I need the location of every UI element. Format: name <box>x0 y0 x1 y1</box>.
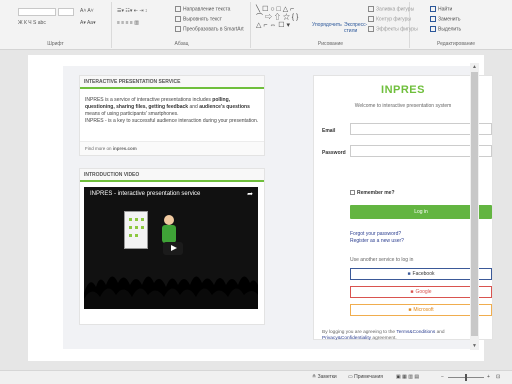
font-color-icon[interactable]: A▾ Aa▾ <box>80 20 96 27</box>
notes-button[interactable]: ≙ Заметки <box>312 374 337 380</box>
font-size-box[interactable] <box>58 8 74 16</box>
inpres-logo: INPRES <box>381 84 425 96</box>
drawing-group: ╲ ☐ ○ □ △ ⌐ ⌒ ⇨ ⇧ ☆ { } △ ⌐ ⇔ ☐ ▾ Упорядоч… <box>252 2 418 48</box>
express-styles-button[interactable]: Экспресс-стили <box>344 22 370 34</box>
font-name-box[interactable] <box>18 8 56 16</box>
register-link[interactable]: Register as a new user? <box>350 238 404 244</box>
format-buttons[interactable]: Ж К Ч S abc <box>18 20 46 27</box>
remember-me-checkbox[interactable]: Remember me? <box>350 190 395 196</box>
google-icon: ■ <box>410 289 414 295</box>
zoom-out-icon[interactable]: − <box>441 374 444 380</box>
replace-button[interactable]: Заменить <box>430 16 460 23</box>
facebook-icon: ■ <box>407 271 411 277</box>
text-direction-icon <box>175 6 181 12</box>
about-panel-text: INPRES is a service of interactive prese… <box>85 97 259 124</box>
comments-button[interactable]: ▭ Примечания <box>348 374 383 380</box>
about-panel-title: INTERACTIVE PRESENTATION SERVICE <box>80 76 264 89</box>
privacy-link[interactable]: Privacy&Confidentiality <box>322 336 371 341</box>
smartart-button[interactable]: Преобразовать в SmartArt <box>175 26 244 33</box>
find-more-link[interactable]: inpres.com <box>113 146 137 151</box>
login-card: INPRES Welcome to interactive presentati… <box>313 75 493 341</box>
replace-icon <box>430 16 436 22</box>
paragraph-group-label: Абзац <box>174 41 189 47</box>
status-bar: ≙ Заметки ▭ Примечания ▣ ▦ ▥ ▤ − + ⊡ <box>0 370 512 384</box>
align-text-icon <box>175 16 181 22</box>
password-label: Password <box>322 150 346 156</box>
find-button[interactable]: Найти <box>430 6 452 13</box>
microsoft-icon: ■ <box>408 307 412 313</box>
font-group-label: Шрифт <box>47 41 64 47</box>
smartart-icon <box>175 26 181 32</box>
video-panel-title: INTRODUCTION VIDEO <box>80 169 264 182</box>
select-icon <box>430 26 436 32</box>
view-buttons[interactable]: ▣ ▦ ▥ ▤ <box>396 374 419 380</box>
font-grow-icon[interactable]: A˄ A˅ <box>80 8 94 15</box>
search-icon <box>430 6 436 12</box>
outline-icon <box>368 16 374 22</box>
text-direction-button[interactable]: Направление текста <box>175 6 230 13</box>
align-buttons[interactable]: ≡ ≡ ≡ ≡ ▥ <box>117 20 139 27</box>
list-buttons[interactable]: ☰▾ ☷▾ ⇤ ⇥ ↕ <box>117 8 147 15</box>
arrange-button[interactable]: Упорядочить <box>312 22 342 29</box>
paragraph-group: ☰▾ ☷▾ ⇤ ⇥ ↕ ≡ ≡ ≡ ≡ ▥ Направление текста… <box>113 2 251 48</box>
scrollbar-thumb[interactable] <box>471 72 478 336</box>
fill-icon <box>368 6 374 12</box>
ribbon: A˄ A˅ Ж К Ч S abc A▾ Aa▾ Шрифт ☰▾ ☷▾ ⇤ ⇥… <box>0 0 512 50</box>
editing-group: Найти Заменить Выделить Редактирование <box>426 2 486 48</box>
email-label: Email <box>322 128 336 134</box>
font-group: A˄ A˅ Ж К Ч S abc A▾ Aa▾ Шрифт <box>0 2 112 48</box>
select-button[interactable]: Выделить <box>430 26 461 33</box>
scroll-up-icon[interactable]: ▲ <box>470 63 479 71</box>
find-more-footer: Find more on inpres.com <box>80 141 264 155</box>
shapes-gallery[interactable]: ╲ ☐ ○ □ △ ⌐ ⌒ ⇨ ⇧ ☆ { } △ ⌐ ⇔ ☐ ▾ <box>256 6 298 30</box>
video-title: INPRES - interactive presentation servic… <box>90 191 201 197</box>
effects-icon <box>368 26 374 32</box>
video-panel: INTRODUCTION VIDEO INPRES - interactive … <box>79 168 265 325</box>
align-text-button[interactable]: Выровнять текст <box>175 16 222 23</box>
vertical-scrollbar[interactable]: ▲ ▼ <box>470 63 479 350</box>
zoom-slider[interactable] <box>448 374 484 381</box>
drawing-group-label: Рисование <box>317 41 344 47</box>
video-player[interactable]: INPRES - interactive presentation servic… <box>84 187 258 309</box>
shape-effects-button[interactable]: Эффекты фигуры <box>368 26 418 33</box>
terms-text: By logging you are agreeing to the Terms… <box>322 330 445 341</box>
about-panel: INTERACTIVE PRESENTATION SERVICE INPRES … <box>79 75 265 156</box>
checkbox-icon <box>350 190 355 196</box>
scroll-down-icon[interactable]: ▼ <box>470 342 479 350</box>
share-icon[interactable]: ➦ <box>247 190 253 198</box>
slide[interactable]: INTERACTIVE PRESENTATION SERVICE INPRES … <box>28 55 493 361</box>
play-icon[interactable] <box>163 242 183 255</box>
welcome-text: Welcome to interactive presentation syst… <box>354 103 452 109</box>
editing-group-label: Редактирование <box>436 41 476 47</box>
zoom-in-icon[interactable]: + <box>487 374 490 380</box>
other-service-text: Use another service to log in <box>350 257 414 263</box>
zoom-slider-thumb[interactable] <box>465 374 467 381</box>
shape-fill-button[interactable]: Заливка фигуры <box>368 6 414 13</box>
presentation-board <box>124 211 148 249</box>
slide-content: INTERACTIVE PRESENTATION SERVICE INPRES … <box>63 66 493 349</box>
shape-outline-button[interactable]: Контур фигуры <box>368 16 411 23</box>
forgot-password-link[interactable]: Forgot your password? <box>350 231 401 237</box>
fit-slide-icon[interactable]: ⊡ <box>496 374 500 380</box>
terms-link[interactable]: Terms&Conditions <box>396 330 435 335</box>
audience-silhouettes <box>84 276 258 309</box>
